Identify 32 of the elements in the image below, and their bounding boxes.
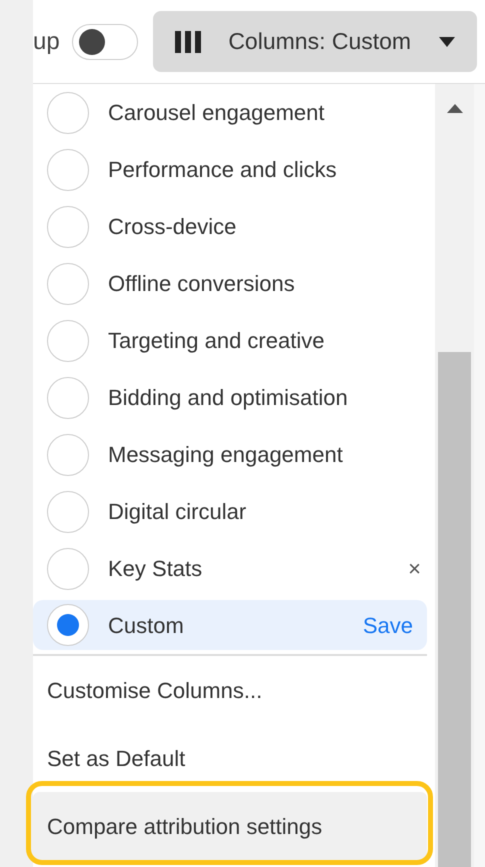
radio-button[interactable] <box>47 92 89 134</box>
caret-icon <box>438 36 455 46</box>
scrollbar-thumb[interactable] <box>438 352 471 867</box>
scroll-up-icon[interactable] <box>446 104 462 113</box>
radio-button[interactable] <box>47 548 89 590</box>
menu-item[interactable]: Customise Columns... <box>33 656 435 724</box>
toggle-switch[interactable] <box>72 24 138 60</box>
preset-item[interactable]: Bidding and optimisation <box>33 369 435 426</box>
menu-item[interactable]: Set as Default <box>33 724 435 792</box>
radio-button[interactable] <box>47 206 89 248</box>
preset-label: Key Stats <box>108 555 204 583</box>
preset-item[interactable]: Targeting and creative <box>33 312 435 369</box>
columns-button[interactable]: Columns: Custom <box>152 11 477 72</box>
radio-button[interactable] <box>47 604 89 646</box>
radio-button[interactable] <box>47 148 89 190</box>
preset-item[interactable]: Carousel engagement <box>33 84 435 141</box>
menu-item[interactable]: Compare attribution settings <box>33 792 427 860</box>
radio-button[interactable] <box>47 262 89 304</box>
preset-label: Custom <box>108 612 185 640</box>
columns-icon <box>174 30 201 52</box>
preset-item[interactable]: Offline conversions <box>33 255 435 312</box>
preset-item[interactable]: Digital circular <box>33 483 435 540</box>
preset-item[interactable]: Cross-device <box>33 198 435 255</box>
radio-button[interactable] <box>47 320 89 362</box>
remove-icon[interactable]: × <box>408 552 421 585</box>
toggle-label: up <box>33 26 60 56</box>
radio-button[interactable] <box>47 376 89 418</box>
radio-button[interactable] <box>47 434 89 476</box>
save-link[interactable]: Save <box>362 608 413 642</box>
preset-item[interactable]: Performance and clicks <box>33 141 435 198</box>
preset-item[interactable]: Messaging engagement <box>33 426 435 483</box>
radio-button[interactable] <box>47 490 89 532</box>
